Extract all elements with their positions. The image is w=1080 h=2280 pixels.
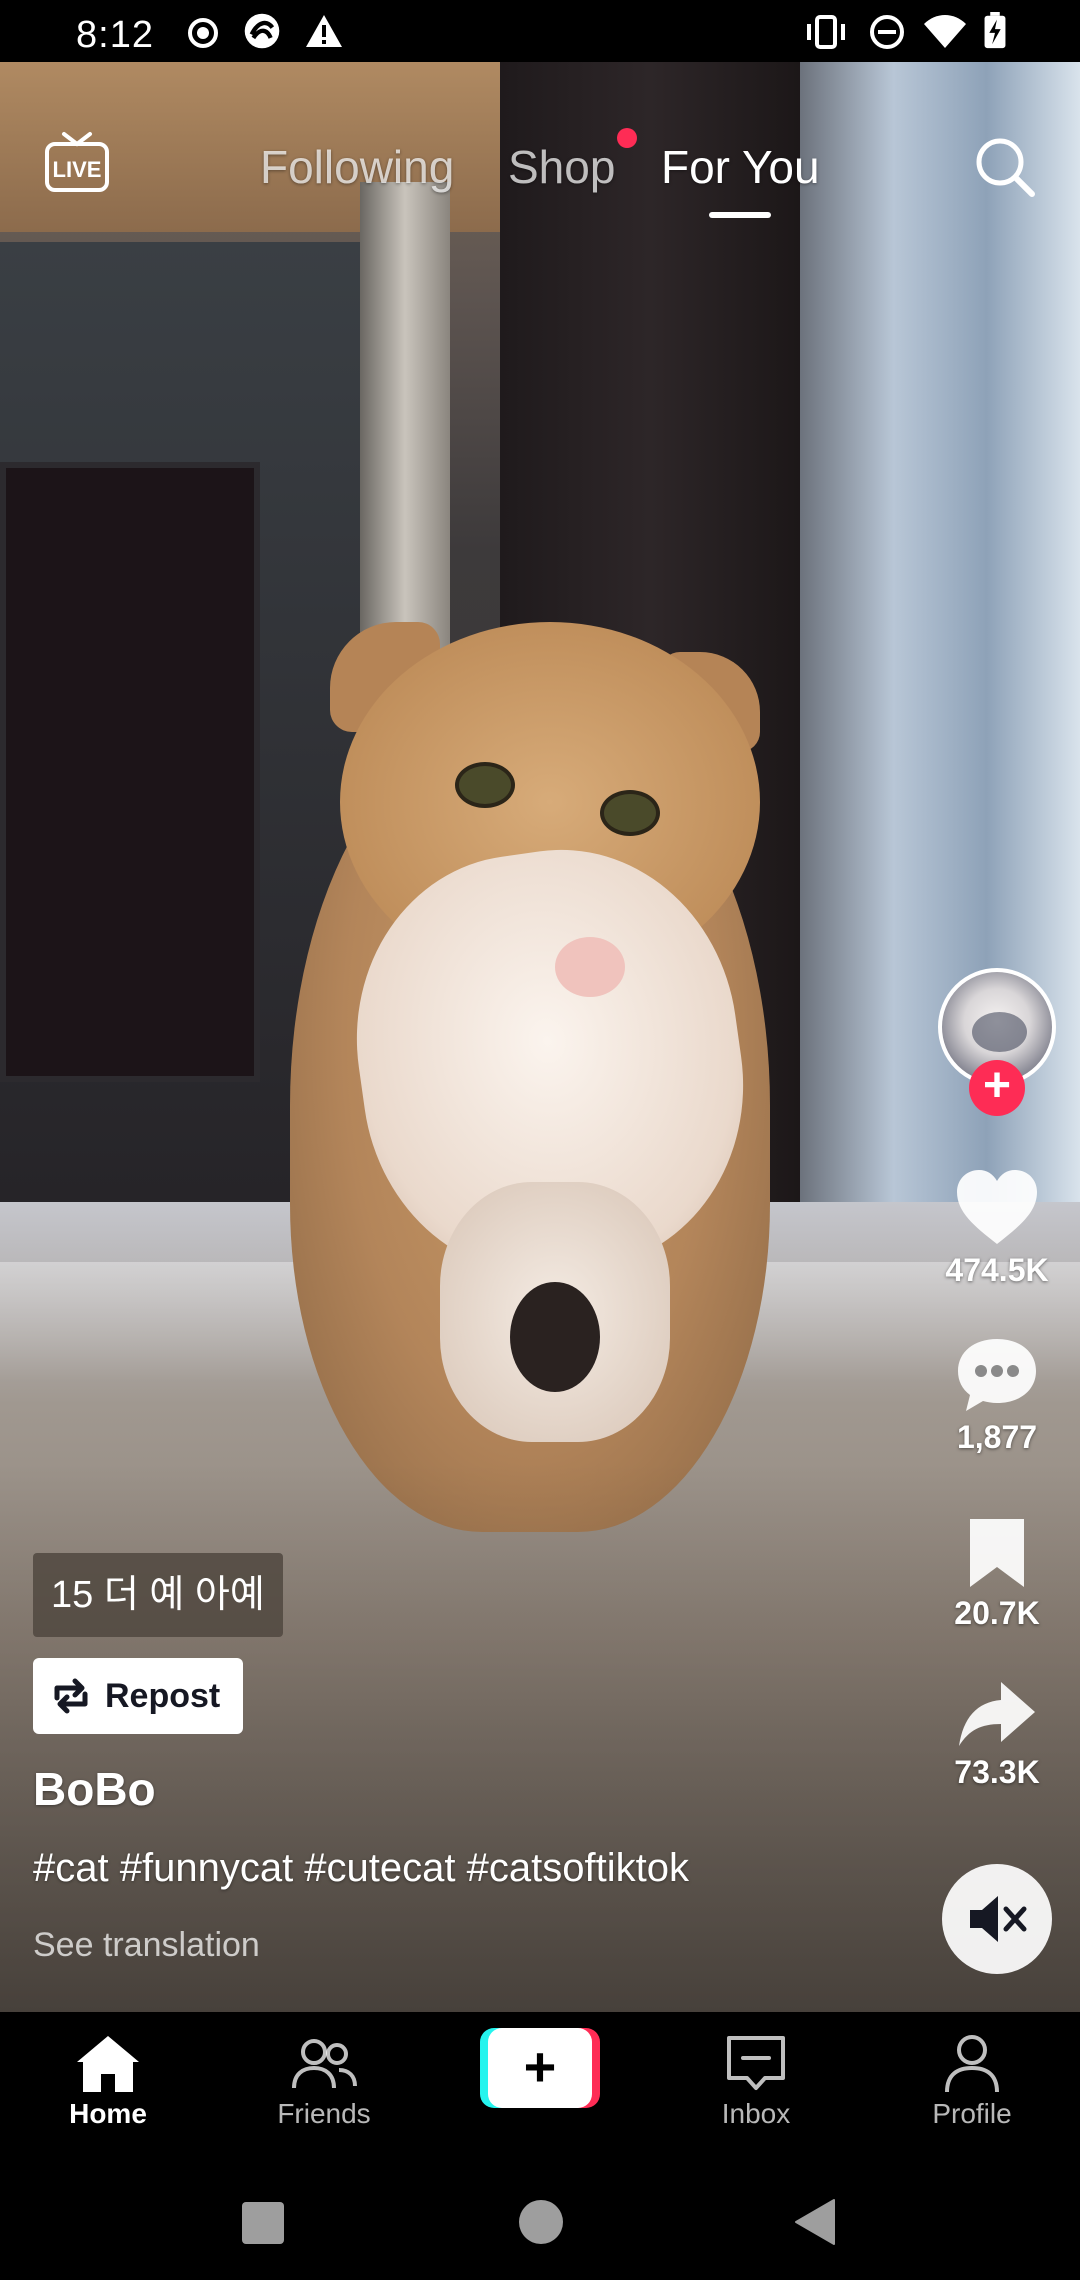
repost-button[interactable]: Repost <box>33 1658 243 1734</box>
repost-icon <box>54 1678 88 1714</box>
create-plus-icon: + <box>523 2035 557 2098</box>
avatar-image <box>972 1012 1027 1052</box>
do-not-disturb-icon <box>870 15 904 49</box>
save-count: 20.7K <box>954 1595 1040 1631</box>
nav-home-label: Home <box>69 2098 147 2129</box>
shop-notification-dot <box>617 128 637 148</box>
kitten-tail <box>510 1282 600 1392</box>
friends-icon <box>292 2039 357 2089</box>
record-icon <box>188 18 218 48</box>
hashtags[interactable]: #cat #funnycat #cutecat #catsoftiktok <box>33 1846 689 1891</box>
comment-count: 1,877 <box>956 1419 1038 1455</box>
heart-icon <box>957 1170 1037 1244</box>
vibrate-icon <box>807 15 845 49</box>
share-count: 73.3K <box>954 1754 1040 1790</box>
see-translation-link[interactable]: See translation <box>33 1926 260 1965</box>
status-time: 8:12 <box>76 14 154 56</box>
video-door <box>0 462 260 1082</box>
tab-for-you[interactable]: For You <box>661 140 820 194</box>
wifi-icon <box>924 15 966 48</box>
save-button[interactable]: 20.7K <box>930 1515 1064 1632</box>
creator-username[interactable]: BoBo <box>33 1762 156 1816</box>
nav-home[interactable]: Home <box>8 2032 208 2130</box>
recents-button[interactable] <box>242 2202 284 2244</box>
cat-eye-left <box>455 762 515 808</box>
active-tab-indicator <box>709 212 771 218</box>
live-label: LIVE <box>53 157 102 182</box>
home-icon <box>77 2036 139 2092</box>
share-arrow-icon <box>959 1682 1035 1746</box>
battery-charging-icon <box>984 12 1006 49</box>
top-nav: LIVE Following Shop For You <box>0 62 1080 252</box>
kitten-paw <box>555 937 625 997</box>
cat-eye-right <box>600 790 660 836</box>
tab-shop[interactable]: Shop <box>508 140 615 194</box>
nav-profile-label: Profile <box>932 2098 1012 2129</box>
mute-button[interactable] <box>942 1864 1052 1974</box>
nav-inbox-label: Inbox <box>721 2098 791 2129</box>
search-icon[interactable] <box>972 134 1038 200</box>
home-button[interactable] <box>519 2200 563 2244</box>
follow-button[interactable]: + <box>969 1060 1025 1116</box>
nav-profile[interactable]: Profile <box>872 2032 1072 2130</box>
bottom-tab-bar: Home Friends + Inbox Profile <box>0 2012 1080 2172</box>
back-button[interactable] <box>794 2198 836 2246</box>
warning-icon <box>306 15 342 47</box>
tab-following[interactable]: Following <box>260 140 454 194</box>
sticker-chip[interactable]: 15 더 예 아예 <box>33 1553 283 1637</box>
system-navigation-bar <box>0 2172 1080 2280</box>
bookmark-icon <box>970 1519 1024 1587</box>
share-button[interactable]: 73.3K <box>930 1678 1064 1791</box>
nav-friends[interactable]: Friends <box>224 2032 424 2130</box>
like-button[interactable]: 474.5K <box>930 1168 1064 1289</box>
nav-friends-label: Friends <box>277 2098 371 2129</box>
comment-button[interactable]: 1,877 <box>930 1335 1064 1456</box>
comment-bubble-icon <box>958 1339 1036 1411</box>
volume-muted-icon <box>970 1896 1027 1942</box>
profile-icon <box>945 2035 999 2093</box>
like-count: 474.5K <box>945 1252 1049 1288</box>
live-tv-icon[interactable]: LIVE <box>44 130 110 194</box>
status-bar: 8:12 <box>0 0 1080 62</box>
app-icon <box>244 13 280 49</box>
repost-label: Repost <box>105 1677 221 1715</box>
inbox-icon <box>727 2036 785 2090</box>
nav-inbox[interactable]: Inbox <box>656 2032 856 2130</box>
create-button[interactable]: + <box>480 2028 600 2108</box>
